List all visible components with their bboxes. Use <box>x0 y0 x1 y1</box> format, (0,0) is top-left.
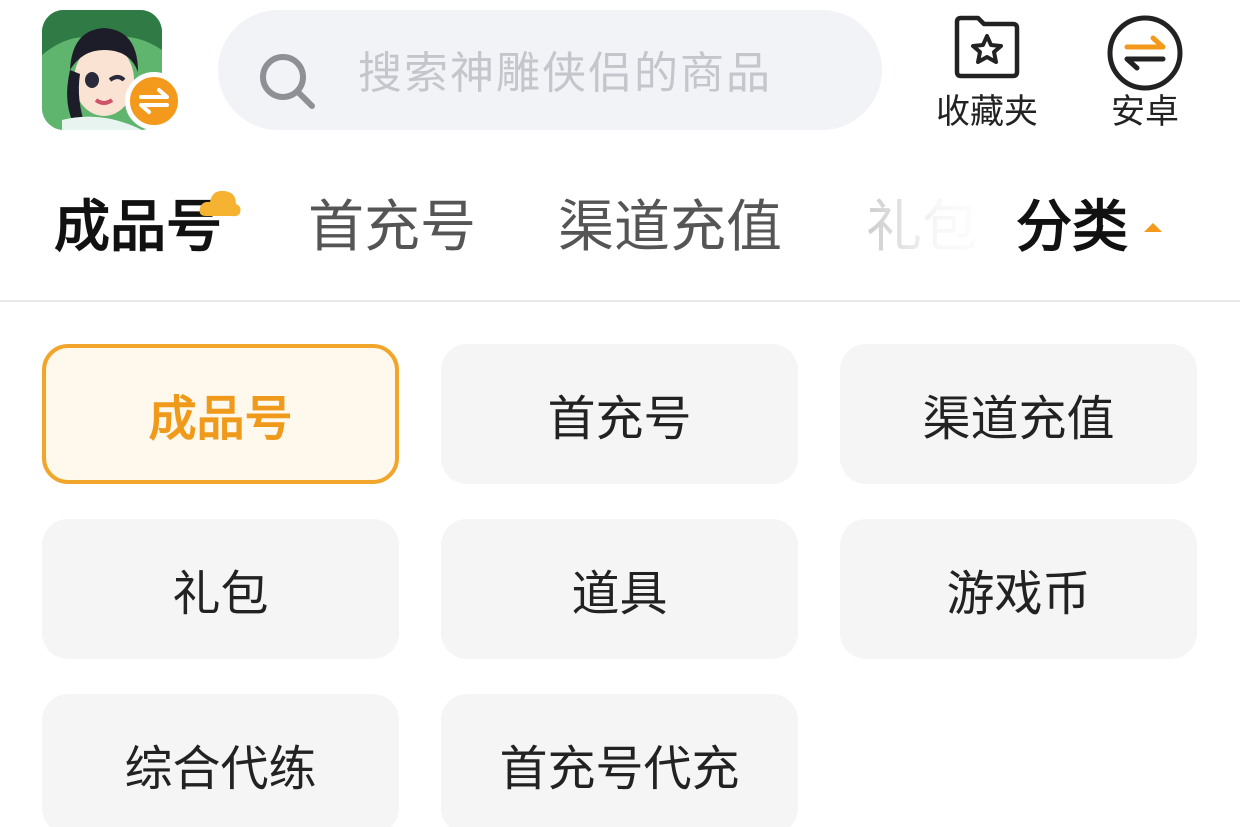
category-youxibi[interactable]: 游戏币 <box>840 519 1197 659</box>
star-folder-icon <box>954 15 1020 79</box>
search-bar[interactable]: 搜索神雕侠侣的商品 <box>218 10 882 130</box>
swap-icon <box>139 88 169 114</box>
search-icon <box>260 54 315 109</box>
swap-icon <box>1107 15 1183 91</box>
search-placeholder: 搜索神雕侠侣的商品 <box>358 48 772 99</box>
category-shouchonghaodaichong[interactable]: 首充号代充 <box>441 694 798 827</box>
platform-android-button[interactable]: 安卓 <box>1085 10 1205 134</box>
caret-up-icon <box>1144 223 1162 232</box>
category-libao[interactable]: 礼包 <box>42 519 399 659</box>
category-daoju[interactable]: 道具 <box>441 519 798 659</box>
app-page: 搜索神雕侠侣的商品 收藏夹 安卓 成品号 首充号 渠道充值 礼包 分类 成品号 … <box>0 0 1240 827</box>
hot-badge-icon <box>199 190 241 217</box>
favorites-label: 收藏夹 <box>936 92 1038 132</box>
tab-shouchonghao[interactable]: 首充号 <box>308 194 476 262</box>
tab-bar: 成品号 首充号 渠道充值 礼包 分类 <box>0 180 1240 280</box>
category-shouchonghao[interactable]: 首充号 <box>441 344 798 484</box>
category-qudaochongzhi[interactable]: 渠道充值 <box>840 344 1197 484</box>
category-chengpinhao[interactable]: 成品号 <box>42 344 399 484</box>
favorites-button[interactable]: 收藏夹 <box>927 10 1047 134</box>
divider <box>0 300 1240 302</box>
category-toggle-button[interactable]: 分类 <box>1016 194 1162 262</box>
tab-qudaochongzhi[interactable]: 渠道充值 <box>558 194 782 262</box>
category-zonghedailian[interactable]: 综合代练 <box>42 694 399 827</box>
category-toggle-label: 分类 <box>1016 195 1128 260</box>
platform-switch-badge[interactable] <box>125 72 183 130</box>
tab-chengpinhao[interactable]: 成品号 <box>54 194 222 262</box>
platform-label: 安卓 <box>1111 92 1179 132</box>
tab-libao[interactable]: 礼包 <box>866 194 978 262</box>
